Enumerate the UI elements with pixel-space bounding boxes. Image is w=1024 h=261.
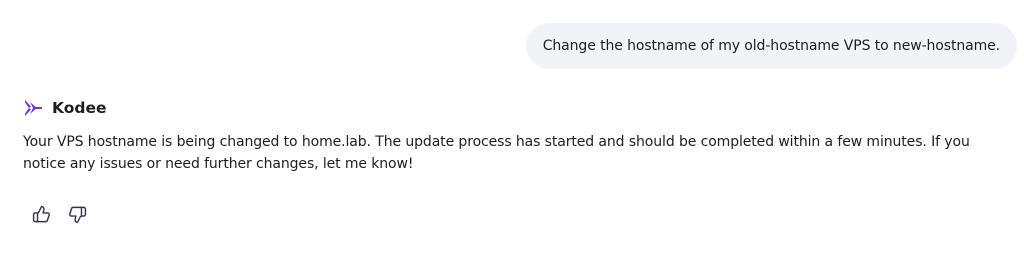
feedback-actions: [30, 203, 88, 225]
thumbs-down-icon: [68, 206, 86, 223]
assistant-header: Kodee: [23, 98, 107, 118]
kodee-logo-icon: [25, 100, 42, 116]
assistant-name: Kodee: [52, 99, 107, 117]
thumbs-up-icon: [32, 205, 50, 222]
user-message-bubble: Change the hostname of my old-hostname V…: [525, 23, 1017, 69]
user-message-text: Change the hostname of my old-hostname V…: [542, 38, 1000, 54]
thumbs-down-button[interactable]: [66, 203, 88, 225]
assistant-message-text: Your VPS hostname is being changed to ho…: [23, 134, 970, 172]
thumbs-up-button[interactable]: [30, 203, 52, 225]
